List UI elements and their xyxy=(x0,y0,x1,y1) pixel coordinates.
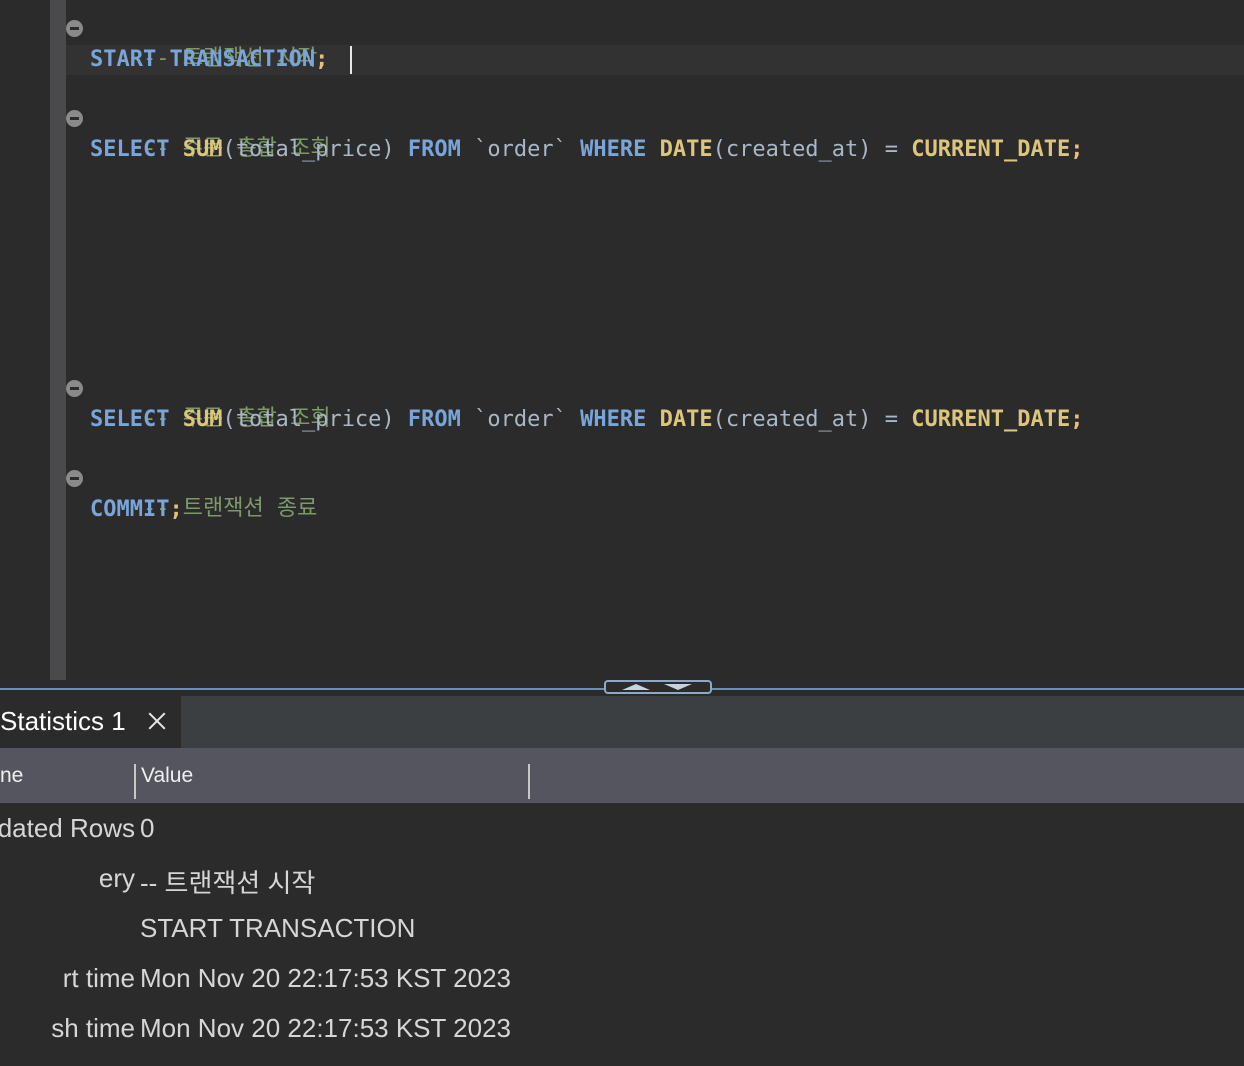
code-line-4: -- 주문 총합 조회 xyxy=(90,104,331,161)
sql-semicolon: ; xyxy=(1070,407,1084,432)
close-icon[interactable] xyxy=(146,710,168,732)
sql-function: SUM xyxy=(182,407,223,432)
sql-table: `order` xyxy=(460,407,581,432)
fold-collapse-icon[interactable] xyxy=(66,110,83,127)
code-line-5: SELECT SUM(total_price) FROM `order` WHE… xyxy=(90,135,1083,165)
cell-value: Mon Nov 20 22:17:53 KST 2023 xyxy=(140,1013,511,1043)
splitter-toggle-handle[interactable] xyxy=(604,680,712,694)
sql-keyword: WHERE xyxy=(580,407,647,432)
chevron-down-icon[interactable] xyxy=(664,684,692,690)
code-line-14: SELECT SUM(total_price) FROM `order` WHE… xyxy=(90,405,1083,435)
cell-name: dated Rows xyxy=(0,813,135,843)
table-row[interactable]: sh time Mon Nov 20 22:17:53 KST 2023 xyxy=(0,1003,1244,1053)
sql-text: (total_price) xyxy=(222,137,408,162)
cell-value: 0 xyxy=(140,813,155,843)
sql-function: CURRENT_DATE xyxy=(911,137,1071,162)
sql-keyword: FROM xyxy=(407,407,461,432)
sql-keyword: WHERE xyxy=(580,137,647,162)
table-row[interactable]: ery -- 트랜잭션 시작 xyxy=(0,853,1244,903)
sql-keyword: START TRANSACTION xyxy=(90,47,316,72)
column-resize-handle[interactable] xyxy=(528,764,530,799)
column-resize-handle[interactable] xyxy=(134,764,136,799)
sql-function: DATE xyxy=(659,407,713,432)
code-line-16: -- 트랜잭션 종료 xyxy=(90,464,317,521)
cell-name: ery xyxy=(98,863,135,893)
fold-collapse-icon[interactable] xyxy=(66,20,83,37)
sql-keyword: SELECT xyxy=(90,137,170,162)
sql-function: CURRENT_DATE xyxy=(911,407,1071,432)
code-line-13: -- 주문 총합 조회 xyxy=(90,374,331,431)
code-line-2: START TRANSACTION; xyxy=(90,45,328,75)
fold-collapse-icon[interactable] xyxy=(66,470,83,487)
table-row[interactable]: START TRANSACTION xyxy=(0,903,1244,953)
sql-semicolon: ; xyxy=(1070,137,1084,162)
cell-value: START TRANSACTION xyxy=(140,913,416,943)
sql-keyword: SELECT xyxy=(90,407,170,432)
code-line-1: -- 트랜잭션 시작 xyxy=(90,14,317,71)
table-row[interactable]: rt time Mon Nov 20 22:17:53 KST 2023 xyxy=(0,953,1244,1003)
sql-table: `order` xyxy=(460,137,581,162)
table-row[interactable]: dated Rows 0 xyxy=(0,803,1244,853)
sql-semicolon: ; xyxy=(169,497,183,522)
column-header-value[interactable]: Value xyxy=(141,764,193,788)
cell-value: -- 트랜잭션 시작 xyxy=(140,868,316,898)
cell-name: sh time xyxy=(51,1013,135,1043)
sql-keyword: COMMIT xyxy=(90,497,170,522)
sql-editor[interactable]: -- 트랜잭션 시작 START TRANSACTION; -- 주문 총합 조… xyxy=(0,0,1244,688)
sql-text: (created_at) = xyxy=(712,137,912,162)
sql-keyword: FROM xyxy=(407,137,461,162)
sql-text: (total_price) xyxy=(222,407,408,432)
sql-function: DATE xyxy=(659,137,713,162)
editor-gutter xyxy=(50,0,66,680)
column-header-name[interactable]: ne xyxy=(0,764,23,788)
cell-value: Mon Nov 20 22:17:53 KST 2023 xyxy=(140,963,511,993)
chevron-up-icon[interactable] xyxy=(622,684,650,690)
cell-name: rt time xyxy=(62,963,135,993)
fold-collapse-icon[interactable] xyxy=(66,380,83,397)
results-table-body: dated Rows 0 ery -- 트랜잭션 시작 START TRANSA… xyxy=(0,803,1244,1066)
results-table-header: ne Value xyxy=(0,748,1244,803)
code-line-17: COMMIT; xyxy=(90,495,183,525)
tab-label: Statistics 1 xyxy=(0,706,126,736)
sql-semicolon: ; xyxy=(315,47,329,72)
text-caret xyxy=(350,46,352,74)
tab-statistics-1[interactable]: Statistics 1 xyxy=(0,696,181,748)
sql-text: (created_at) = xyxy=(712,407,912,432)
results-tab-bar: Statistics 1 xyxy=(0,696,1244,748)
sql-function: SUM xyxy=(182,137,223,162)
